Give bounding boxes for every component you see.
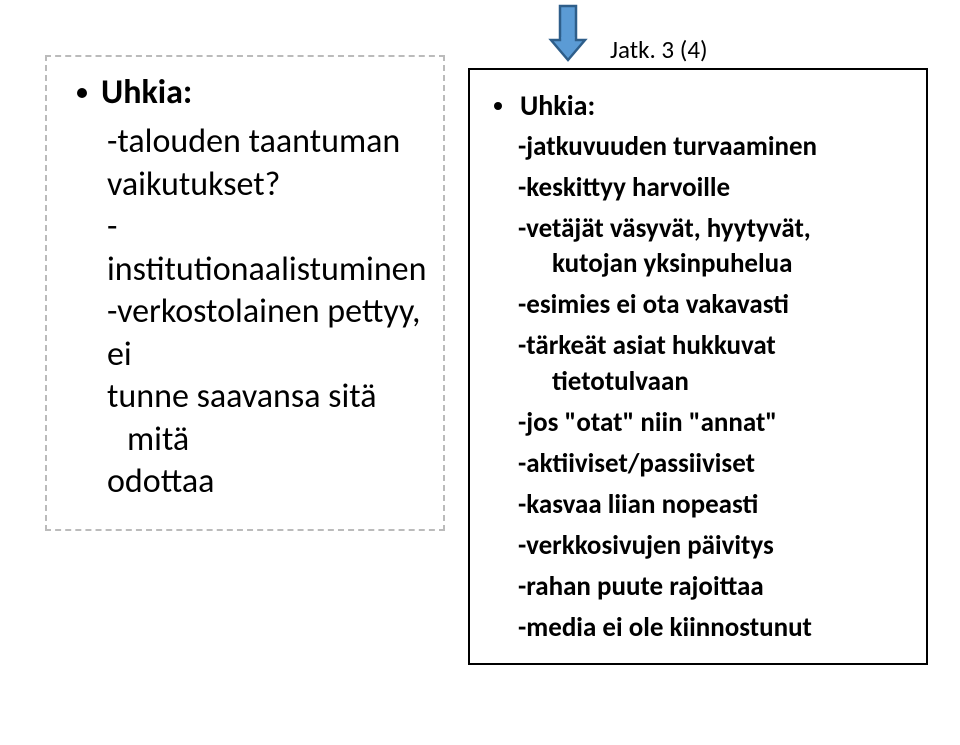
down-arrow-icon <box>547 4 589 60</box>
right-item-9-l1: -rahan puute rajoittaa <box>518 570 764 603</box>
right-heading: Uhkia: <box>520 88 595 123</box>
right-item: -rahan puute rajoittaa <box>494 569 912 604</box>
left-item-0-l2: vaikutukset? <box>77 164 423 207</box>
right-item: -jatkuvuuden turvaaminen <box>494 129 912 164</box>
right-item-6-l1: -aktiiviset/passiiviset <box>518 447 755 480</box>
right-item: -esimies ei ota vakavasti <box>494 287 912 322</box>
left-item-2-l2: tunne saavansa sitä mitä <box>77 376 423 461</box>
left-item-2-l3: odottaa <box>77 461 423 504</box>
left-heading-row: Uhkia: <box>77 72 423 113</box>
right-item-3-l1: -esimies ei ota vakavasti <box>518 288 789 321</box>
bullet-icon <box>494 102 502 110</box>
slide: Uhkia: -talouden taantuman vaikutukset? … <box>0 0 960 745</box>
right-item-2-l1: -vetäjät väsyvät, hyytyvät, <box>518 212 811 245</box>
right-item: -aktiiviset/passiiviset <box>494 446 912 481</box>
left-item-0-l1: -talouden taantuman <box>77 121 423 164</box>
left-text-box: Uhkia: -talouden taantuman vaikutukset? … <box>45 55 445 531</box>
right-item-8-l1: -verkkosivujen päivitys <box>518 529 774 562</box>
right-item-10-l1: -media ei ole kiinnostunut <box>518 611 812 644</box>
left-item-1-l1: -institutionaalistuminen <box>77 206 423 291</box>
right-item: -kasvaa liian nopeasti <box>494 487 912 522</box>
right-item-0-l1: -jatkuvuuden turvaaminen <box>518 130 817 163</box>
right-item-2-l2: kutojan yksinpuhelua <box>528 246 912 281</box>
right-text-box: Uhkia: -jatkuvuuden turvaaminen -keskitt… <box>468 68 928 665</box>
right-heading-row: Uhkia: <box>494 88 912 123</box>
left-heading: Uhkia: <box>101 72 192 113</box>
right-item: -jos "otat" niin "annat" <box>494 405 912 440</box>
right-item-7-l1: -kasvaa liian nopeasti <box>518 488 758 521</box>
right-item-4-l1: -tärkeät asiat hukkuvat <box>518 329 776 362</box>
right-item-5-l1: -jos "otat" niin "annat" <box>518 406 777 439</box>
continuation-label: Jatk. 3 (4) <box>610 34 708 65</box>
right-item: -media ei ole kiinnostunut <box>494 610 912 645</box>
right-item: -vetäjät väsyvät, hyytyvät, kutojan yksi… <box>494 211 912 281</box>
right-item-4-l2: tietotulvaan <box>528 364 912 399</box>
right-item: -verkkosivujen päivitys <box>494 528 912 563</box>
bullet-icon <box>77 88 87 98</box>
right-item: -keskittyy harvoille <box>494 170 912 205</box>
right-item-1-l1: -keskittyy harvoille <box>518 171 730 204</box>
left-item-2-l1: -verkostolainen pettyy, ei <box>77 291 423 376</box>
right-item: -tärkeät asiat hukkuvat tietotulvaan <box>494 328 912 398</box>
